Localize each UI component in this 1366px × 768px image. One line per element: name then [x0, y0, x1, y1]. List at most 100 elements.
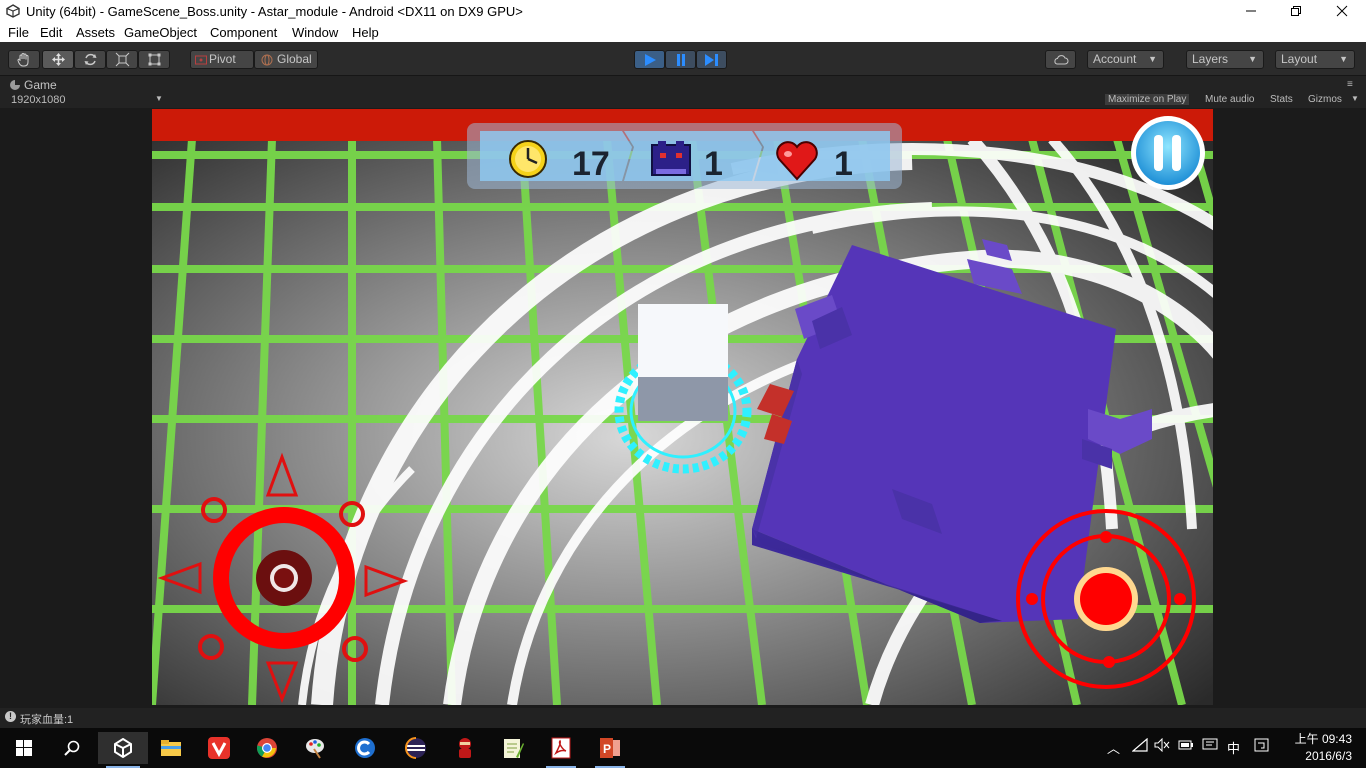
gizmos-dropdown-arrow-icon: ▼ [1351, 94, 1359, 103]
notification-icon[interactable] [1202, 738, 1218, 752]
windows-logo-icon [16, 740, 32, 756]
rotate-tool-button[interactable] [74, 50, 106, 69]
battery-icon[interactable] [1178, 738, 1194, 752]
search-button[interactable] [48, 732, 96, 764]
taskbar-ninja[interactable] [442, 732, 488, 764]
clock-time: 上午 09:43 [1294, 732, 1352, 746]
fire-button[interactable] [1016, 509, 1196, 689]
console-last-message: 玩家血量:1 [20, 714, 74, 726]
pivot-toggle[interactable]: Pivot [190, 50, 254, 69]
clock-date: 2016/6/3 [1305, 749, 1352, 763]
editor-toolbar: Pivot Global Account ▼ Layers ▼ Layout ▼ [0, 42, 1366, 75]
rect-tool-icon [148, 53, 160, 66]
stats-toggle[interactable]: Stats [1270, 94, 1293, 105]
ime-mode-icon[interactable] [1254, 738, 1270, 752]
resolution-dropdown-arrow-icon: ▼ [155, 94, 163, 103]
pivot-label: Pivot [209, 52, 236, 66]
menu-file[interactable]: File [8, 25, 29, 40]
layout-label: Layout [1281, 52, 1318, 66]
hud-time-value: 17 [572, 145, 610, 183]
start-button[interactable] [0, 732, 48, 764]
taskbar-vivaldi[interactable] [196, 732, 242, 764]
play-button[interactable] [634, 50, 665, 69]
notepad-plus-plus-icon [504, 739, 524, 758]
game-screen[interactable]: 17 1 1 [152, 109, 1213, 705]
ime-indicator[interactable]: 中 [1227, 738, 1240, 757]
pause-game-button[interactable] [1131, 116, 1205, 190]
account-dropdown[interactable]: Account ▼ [1087, 50, 1164, 69]
taskbar-notepad-plus-plus[interactable] [490, 732, 536, 764]
cloud-button[interactable] [1045, 50, 1076, 69]
hand-icon [17, 53, 29, 67]
window-title-bar: Unity (64bit) - GameScene_Boss.unity - A… [0, 0, 1366, 22]
mute-audio-toggle[interactable]: Mute audio [1205, 94, 1254, 105]
resolution-dropdown[interactable]: 1920x1080 [11, 94, 65, 106]
file-explorer-icon [161, 740, 181, 756]
scale-tool-button[interactable] [106, 50, 138, 69]
taskbar-paint[interactable] [292, 732, 338, 764]
taskbar-ccleaner[interactable] [342, 732, 388, 764]
menu-component[interactable]: Component [210, 25, 277, 40]
eclipse-icon [405, 737, 426, 759]
dropdown-arrow-icon: ▼ [1248, 54, 1257, 64]
gizmos-dropdown[interactable]: Gizmos [1308, 94, 1342, 105]
powerpoint-icon: P [600, 738, 620, 758]
acrobat-icon [551, 737, 571, 759]
pause-icon [677, 54, 685, 66]
menu-edit[interactable]: Edit [40, 25, 62, 40]
menu-bar: File Edit Assets GameObject Component Wi… [0, 22, 1366, 42]
step-button[interactable] [696, 50, 727, 69]
game-scene: 17 1 1 [152, 109, 1213, 705]
menu-window[interactable]: Window [292, 25, 338, 40]
clock-icon [509, 140, 547, 178]
game-tab-icon [10, 80, 20, 90]
play-icon [644, 53, 656, 66]
ccleaner-icon [355, 738, 375, 758]
move-tool-button[interactable] [42, 50, 74, 69]
layout-dropdown[interactable]: Layout ▼ [1275, 50, 1355, 69]
pause-button[interactable] [665, 50, 696, 69]
hand-tool-button[interactable] [8, 50, 40, 69]
menu-help[interactable]: Help [352, 25, 379, 40]
layers-dropdown[interactable]: Layers ▼ [1186, 50, 1264, 69]
hud-boss-count: 1 [704, 145, 723, 183]
taskbar-unity[interactable] [98, 732, 148, 768]
tray-overflow-icon[interactable]: ︿ [1107, 738, 1120, 757]
global-toggle[interactable]: Global [254, 50, 318, 69]
panel-menu-icon[interactable]: ≡ [1347, 79, 1353, 90]
vivaldi-icon [208, 737, 230, 759]
unity-icon [114, 738, 132, 758]
minimize-icon[interactable] [1228, 0, 1274, 22]
window-title: Unity (64bit) - GameScene_Boss.unity - A… [26, 4, 523, 19]
restore-icon[interactable] [1273, 0, 1319, 22]
menu-gameobject[interactable]: GameObject [124, 25, 197, 40]
search-icon [64, 740, 80, 756]
ninja-icon [459, 738, 471, 758]
pivot-icon [195, 55, 207, 65]
boss-icon [651, 141, 691, 176]
close-icon[interactable] [1319, 0, 1365, 22]
menu-assets[interactable]: Assets [76, 25, 115, 40]
globe-icon [261, 54, 273, 66]
network-icon[interactable] [1132, 738, 1148, 752]
taskbar-clock[interactable]: 上午 09:43 2016/6/3 [1295, 731, 1352, 765]
hud-lives-value: 1 [834, 145, 853, 183]
rect-tool-button[interactable] [138, 50, 170, 69]
taskbar-chrome[interactable] [244, 732, 290, 764]
tab-game[interactable]: Game [0, 76, 160, 92]
move-icon [51, 53, 65, 66]
chrome-icon [256, 738, 277, 758]
maximize-on-play-toggle[interactable]: Maximize on Play [1105, 94, 1190, 105]
taskbar-eclipse[interactable] [393, 732, 439, 764]
taskbar-powerpoint[interactable]: P [587, 732, 633, 768]
unity-logo-icon [6, 4, 20, 18]
paint-icon [306, 739, 324, 759]
console-status-bar[interactable]: ! 玩家血量:1 [0, 708, 1366, 728]
volume-muted-icon[interactable] [1154, 738, 1170, 752]
taskbar-acrobat[interactable] [538, 732, 584, 768]
dropdown-arrow-icon: ▼ [1148, 54, 1157, 64]
scale-icon [115, 52, 129, 67]
svg-text:P: P [603, 742, 611, 756]
taskbar-file-explorer[interactable] [148, 732, 194, 764]
game-view-header: Game 1920x1080 ▼ Maximize on Play Mute a… [0, 75, 1366, 108]
